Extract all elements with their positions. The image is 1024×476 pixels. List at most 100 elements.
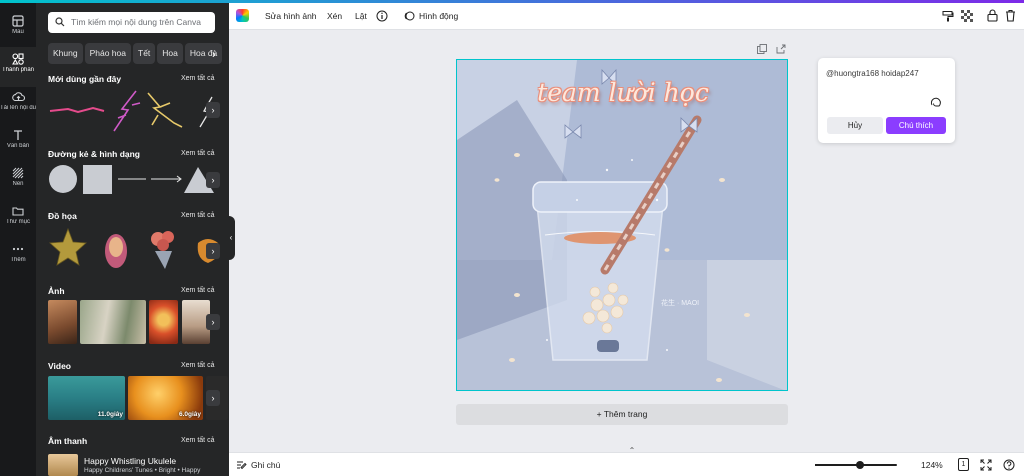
flower-bouquet-graphic[interactable] [151,231,174,269]
edit-image-button[interactable]: Sửa hình ảnh [265,11,317,21]
chip-fireworks[interactable]: Pháo hoa [84,43,131,64]
search-placeholder: Tìm kiếm mọi nội dung trên Canva [71,17,201,27]
elements-icon [12,53,24,65]
duplicate-page-icon[interactable] [757,44,767,54]
video-thumb[interactable]: 6.0giây [128,376,203,420]
info-icon[interactable] [376,10,388,22]
zoom-level[interactable]: 124% [921,460,943,470]
template-icon [12,15,24,27]
photo-thumb[interactable] [149,300,178,344]
thumb-purple-lightning[interactable] [113,90,141,132]
rail-label: Thành phần [1,67,35,73]
rail-item-text[interactable]: Văn bản [0,123,36,163]
thumb-gold-lightning[interactable] [147,92,183,128]
artwork-watermark: 花生 · MAOI [661,300,700,307]
more-icon [12,247,24,251]
fullscreen-icon[interactable] [980,459,992,471]
zoom-slider[interactable] [815,461,897,469]
video-duration: 6.0giây [178,411,201,418]
rail-item-background[interactable]: Nền [0,161,36,201]
hand-graphic[interactable] [105,234,127,268]
design-title-text[interactable]: team lười học [457,78,787,107]
chevron-right-icon[interactable]: › [212,49,216,61]
chip-frames[interactable]: Khung [48,43,83,64]
category-chips: Khung Pháo hoa Tết Hoa Hoa đà [48,43,228,67]
crop-button[interactable]: Xén [327,11,342,21]
notes-button[interactable]: Ghi chú [251,460,280,470]
trash-icon[interactable] [1005,9,1016,22]
rail-item-more[interactable]: Thêm [0,237,36,277]
left-rail: Mẫu Thành phần Tải lên nội dung t... Văn… [0,3,36,476]
search-input[interactable]: Tìm kiếm mọi nội dung trên Canva [48,12,215,33]
animate-icon [404,11,415,21]
thumb-pink-line[interactable] [49,106,105,114]
section-title-graphics: Đồ họa [48,211,77,221]
recent-elements-row [49,90,213,132]
rail-label: Mẫu [12,29,24,35]
cancel-button[interactable]: Hủy [827,117,883,134]
recent-next-button[interactable]: › [206,102,220,118]
add-page-button[interactable]: + Thêm trang [456,404,788,425]
arrow-line-shape[interactable] [151,175,182,183]
see-all-video[interactable]: Xem tất cả [181,362,214,369]
circle-shape[interactable] [49,165,77,193]
photo-thumb[interactable] [48,300,77,344]
context-toolbar: Sửa hình ảnh Xén Lật Hình động [229,3,1024,30]
photos-next-button[interactable]: › [206,314,220,330]
help-icon[interactable] [1003,459,1015,471]
design-page[interactable]: team lười học 花生 · MAOI [456,59,788,391]
add-page-icon[interactable] [776,44,786,54]
shapes-next-button[interactable]: › [206,172,220,188]
page-count-button[interactable]: 1 [958,458,969,471]
see-all-photos[interactable]: Xem tất cả [181,287,214,294]
paint-format-icon[interactable] [942,10,954,22]
video-next-button[interactable]: › [206,390,220,406]
background-icon [12,167,24,179]
artwork-illustration[interactable] [457,60,788,391]
graphics-row [49,227,220,269]
see-all-lines[interactable]: Xem tất cả [181,150,214,157]
zoom-slider-knob[interactable] [856,461,865,469]
notes-icon [237,461,247,470]
search-icon [55,17,65,27]
section-title-photos: Ảnh [48,286,65,296]
rail-label: Nền [12,181,24,187]
gold-star-graphic[interactable] [49,227,87,266]
flip-button[interactable]: Lật [355,11,367,21]
square-shape[interactable] [83,165,112,194]
emoji-icon[interactable] [930,96,942,108]
bottom-bar: Ghi chú 124% 1 [229,452,1024,476]
graphics-next-button[interactable]: › [206,243,220,259]
rail-item-elements[interactable]: Thành phần [0,47,36,87]
color-picker-button[interactable] [236,9,249,22]
upload-icon [11,92,25,102]
section-title-lines-shapes: Đường kẻ & hình dạng [48,149,141,159]
lock-icon[interactable] [987,9,998,22]
rail-label: Tải lên nội dung t... [0,105,36,111]
section-title-audio: Âm thanh [48,436,88,446]
rail-item-templates[interactable]: Mẫu [0,9,36,49]
folder-icon [12,207,24,216]
rail-item-uploads[interactable]: Tải lên nội dung t... [0,85,36,125]
chip-tet[interactable]: Tết [133,43,156,64]
shapes-row [49,165,214,194]
collapse-panel-button[interactable]: ‹ [227,216,235,260]
see-all-graphics[interactable]: Xem tất cả [181,212,214,219]
chip-peach-blossom[interactable]: Hoa đà [184,43,223,64]
text-icon [14,130,22,140]
see-all-recent[interactable]: Xem tất cả [181,75,214,82]
see-all-audio[interactable]: Xem tất cả [181,437,214,444]
audio-cover[interactable] [48,454,78,476]
section-title-video: Video [48,361,71,371]
section-title-recent: Mới dùng gần đây [48,74,122,84]
animate-button[interactable]: Hình động [419,11,458,21]
zoom-slider-fill [815,464,861,466]
audio-title[interactable]: Happy Whistling Ukulele [84,456,176,466]
photo-thumb[interactable] [80,300,146,344]
rail-item-folders[interactable]: Thư mục [0,199,36,239]
video-thumb[interactable]: 11.0giây [48,376,125,420]
comment-input[interactable]: @huongtra168 hoidap247 [826,69,919,78]
comment-submit-button[interactable]: Chú thích [886,117,946,134]
transparency-icon[interactable] [961,10,973,22]
chip-flowers[interactable]: Hoa [157,43,183,64]
